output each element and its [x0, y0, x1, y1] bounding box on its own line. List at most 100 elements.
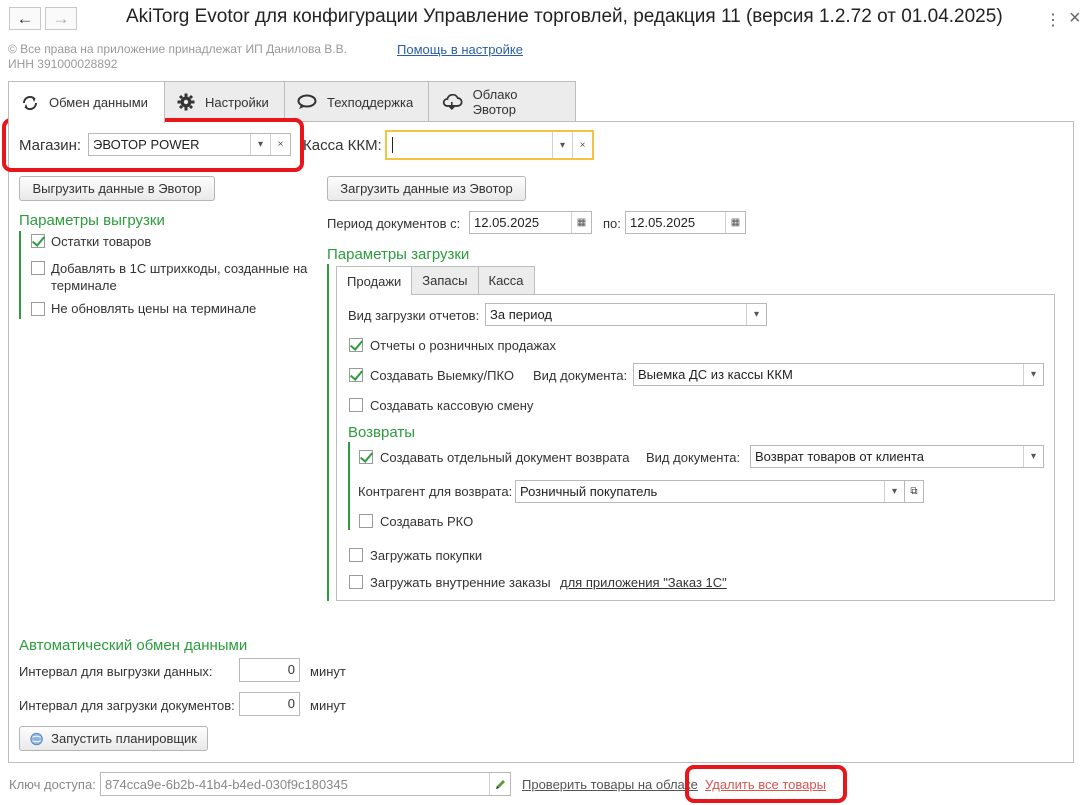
chevron-down-icon[interactable]: ▾ — [746, 304, 766, 325]
doc-type-select[interactable]: Выемка ДС из кассы ККМ ▾ — [633, 363, 1044, 386]
counterparty-select[interactable]: Розничный покупатель ▾ — [515, 480, 905, 503]
cash-shift-checkbox[interactable] — [349, 398, 363, 412]
tab-support-label: Техподдержка — [327, 94, 414, 110]
kkm-value[interactable] — [392, 137, 552, 153]
subtab-sales[interactable]: Продажи — [336, 266, 413, 295]
load-purchases-checkbox[interactable] — [349, 548, 363, 562]
store-select[interactable]: ЭВОТОР POWER ▾ × — [88, 133, 291, 156]
inn-text: ИНН 391000028892 — [8, 57, 118, 71]
barcodes-label-line1: Добавлять в 1С штрихкоды, созданные на — [51, 261, 308, 276]
barcodes-checkbox[interactable] — [31, 261, 45, 275]
tab-exchange-label: Обмен данными — [49, 95, 148, 110]
import-button[interactable]: Загрузить данные из Эвотор — [327, 176, 526, 201]
stock-label: Остатки товаров — [51, 234, 152, 249]
store-dropdown-icon[interactable]: ▾ — [250, 134, 270, 155]
globe-icon — [30, 732, 43, 745]
period-label: Период документов с: — [327, 216, 461, 231]
withdrawal-checkbox[interactable] — [349, 368, 363, 382]
back-arrow-icon: ← — [16, 9, 34, 28]
key-input[interactable]: 874cca9e-6b2b-41b4-b4ed-030f9c180345 — [100, 772, 511, 796]
import-interval-input[interactable]: 0 — [239, 692, 300, 716]
export-interval-input[interactable]: 0 — [239, 658, 300, 682]
import-interval-label: Интервал для загрузки документов: — [19, 698, 235, 713]
cash-shift-label: Создавать кассовую смену — [370, 398, 534, 413]
subtab-stock[interactable]: Запасы — [411, 266, 479, 294]
orders-app-link[interactable]: для приложения "Заказ 1С" — [560, 575, 727, 590]
store-value: ЭВОТОР POWER — [93, 137, 200, 152]
counterparty-label: Контрагент для возврата: — [358, 484, 513, 499]
chevron-down-icon[interactable]: ▾ — [1023, 446, 1043, 467]
chevron-down-icon[interactable]: ▾ — [884, 481, 904, 502]
copyright-text: © Все права на приложение принадлежат ИП… — [8, 42, 347, 56]
import-params-title: Параметры загрузки — [327, 246, 470, 263]
key-value: 874cca9e-6b2b-41b4-b4ed-030f9c180345 — [105, 776, 348, 792]
barcodes-label: Добавлять в 1С штрихкоды, созданные на т… — [51, 260, 307, 294]
period-to-input[interactable]: 12.05.2025 ▦ — [625, 211, 746, 234]
no-price-update-label: Не обновлять цены на терминале — [51, 301, 257, 316]
check-products-link[interactable]: Проверить товары на облаке — [522, 777, 698, 792]
delete-products-link[interactable]: Удалить все товары — [705, 777, 826, 792]
load-orders-checkbox[interactable] — [349, 575, 363, 589]
doc-type-label: Вид документа: — [533, 368, 628, 383]
period-to-value: 12.05.2025 — [630, 215, 696, 230]
sync-icon — [22, 95, 38, 110]
chevron-down-icon[interactable]: ▾ — [1023, 364, 1043, 385]
export-interval-label: Интервал для выгрузки данных: — [19, 664, 213, 679]
subtab-cash[interactable]: Касса — [477, 266, 535, 294]
key-label: Ключ доступа: — [9, 777, 96, 792]
tab-cloud-label: Облако Эвотор — [472, 87, 518, 117]
calendar-icon[interactable]: ▦ — [571, 212, 591, 233]
no-price-update-checkbox[interactable] — [31, 302, 45, 316]
create-rko-checkbox[interactable] — [359, 514, 373, 528]
period-from-input[interactable]: 12.05.2025 ▦ — [469, 211, 592, 234]
main-tabs: Обмен данными Настройки Техподдержка Обл… — [8, 81, 576, 123]
tab-settings[interactable]: Настройки — [164, 81, 285, 122]
back-button[interactable]: ← — [9, 7, 41, 30]
calendar-icon[interactable]: ▦ — [725, 212, 745, 233]
cloud-icon — [442, 94, 463, 110]
kkm-select[interactable]: ▾ × — [385, 130, 594, 160]
import-interval-unit: минут — [310, 698, 346, 713]
store-clear-icon[interactable]: × — [270, 134, 290, 155]
import-subtabs: Продажи Запасы Касса — [336, 266, 535, 295]
report-type-select[interactable]: За период ▾ — [485, 303, 767, 326]
edit-key-button[interactable] — [489, 773, 510, 795]
retail-reports-label: Отчеты о розничных продажах — [370, 338, 556, 353]
returns-bar — [348, 442, 350, 530]
scheduler-button[interactable]: Запустить планировщик — [19, 726, 208, 751]
stock-checkbox[interactable] — [31, 234, 45, 248]
open-counterparty-button[interactable]: ⧉ — [904, 480, 924, 503]
export-params-title: Параметры выгрузки — [19, 212, 165, 229]
kkm-clear-icon[interactable]: × — [572, 132, 592, 158]
auto-exchange-title: Автоматический обмен данными — [19, 637, 248, 654]
tab-settings-label: Настройки — [205, 94, 269, 110]
scheduler-button-label: Запустить планировщик — [51, 731, 197, 746]
counterparty-value: Розничный покупатель — [520, 484, 658, 499]
kkm-dropdown-icon[interactable]: ▾ — [552, 132, 572, 158]
report-type-value: За период — [490, 307, 552, 322]
return-doc-label: Вид документа: — [646, 450, 741, 465]
tab-support[interactable]: Техподдержка — [284, 81, 429, 122]
store-label: Магазин: — [19, 137, 82, 154]
report-type-label: Вид загрузки отчетов: — [348, 308, 480, 323]
import-params-bar — [327, 264, 329, 601]
close-icon[interactable]: × — [1069, 7, 1081, 30]
create-rko-label: Создавать РКО — [380, 514, 474, 529]
export-button[interactable]: Выгрузить данные в Эвотор — [19, 176, 215, 201]
tab-exchange[interactable]: Обмен данными — [8, 81, 165, 123]
period-from-value: 12.05.2025 — [474, 215, 540, 230]
forward-button[interactable]: → — [45, 7, 77, 30]
doc-type-value: Выемка ДС из кассы ККМ — [638, 367, 793, 382]
chat-icon — [297, 94, 317, 109]
window-title: AkiTorg Evotor для конфигурации Управлен… — [126, 6, 1003, 27]
tab-cloud[interactable]: Облако Эвотор — [428, 81, 576, 122]
help-link[interactable]: Помощь в настройке — [397, 42, 523, 57]
export-interval-unit: минут — [310, 664, 346, 679]
retail-reports-checkbox[interactable] — [349, 338, 363, 352]
returns-title: Возвраты — [348, 424, 416, 441]
return-doc-select[interactable]: Возврат товаров от клиента ▾ — [750, 445, 1044, 468]
separate-return-label: Создавать отдельный документ возврата — [380, 450, 630, 465]
separate-return-checkbox[interactable] — [359, 450, 373, 464]
open-form-icon: ⧉ — [910, 486, 918, 497]
menu-icon[interactable]: ⋮ — [1045, 10, 1061, 30]
